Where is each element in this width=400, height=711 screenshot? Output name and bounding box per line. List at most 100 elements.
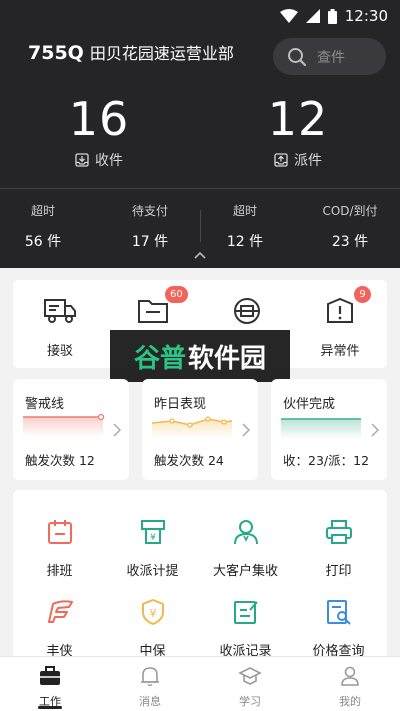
tool-label: 排班 <box>46 564 73 579</box>
sparkline-chart <box>152 416 233 439</box>
tab-learning[interactable]: 学习 <box>200 663 300 709</box>
stat-cod[interactable]: COD/到付 23 件 <box>310 202 390 251</box>
dispatch-summary[interactable]: 12 派件 <box>223 92 373 170</box>
graduation-icon <box>238 667 262 685</box>
dispatch-label: 派件 <box>294 153 322 169</box>
sparkline-chart <box>23 413 105 437</box>
wifi-icon <box>279 9 298 23</box>
status-time: 12:30 <box>344 7 388 25</box>
station-title[interactable]: 755Q 田贝花园速运营业部 <box>28 40 234 64</box>
tool-insurance[interactable]: ¥ 中保 <box>106 596 199 659</box>
watermark-logo: 谷普 软件园 <box>110 330 290 382</box>
truck-icon <box>44 299 76 323</box>
chevron-right-icon <box>242 423 250 437</box>
doc-search-icon <box>326 600 351 625</box>
stat-value: 17 件 <box>131 234 169 250</box>
stat-value: 56 件 <box>24 234 62 250</box>
printer-icon <box>325 520 352 544</box>
indicator-footer: 收：23/派：12 <box>283 453 370 468</box>
scan-package-icon <box>234 298 260 324</box>
quick-action-exception[interactable]: 9 异常件 <box>300 286 380 359</box>
user-icon <box>233 520 258 545</box>
briefcase-icon <box>40 666 60 685</box>
quick-action-label: 接驳 <box>46 344 73 359</box>
stat-title: 超时 <box>232 204 257 218</box>
search-box[interactable]: 查件 <box>273 38 386 75</box>
dispatch-count: 12 <box>267 92 329 146</box>
watermark-text-white: 软件园 <box>188 343 267 374</box>
shield-yen-icon: ¥ <box>141 598 164 626</box>
quick-action-folder[interactable]: 60 <box>113 286 193 328</box>
stat-pending-payment[interactable]: 待支付 17 件 <box>110 202 190 251</box>
header-panel: 12:30 755Q 田贝花园速运营业部 查件 16 收件 12 派件 超时 5… <box>0 0 400 268</box>
tool-records[interactable]: 收派记录 <box>199 596 292 659</box>
watermark-text-green: 谷普 <box>133 343 186 374</box>
tab-work[interactable]: 工作 <box>0 663 100 709</box>
signal-icon <box>305 9 320 23</box>
svg-text:¥: ¥ <box>149 607 156 620</box>
indicator-title: 昨日表现 <box>154 397 207 412</box>
indicator-card-yesterday[interactable]: 昨日表现 触发次数 24 <box>142 379 258 480</box>
stat-title: COD/到付 <box>322 204 378 218</box>
tool-label: 收派计提 <box>126 564 179 579</box>
indicator-card-warning-line[interactable]: 警戒线 触发次数 12 <box>13 379 129 480</box>
stat-dispatch-overdue[interactable]: 超时 12 件 <box>205 202 285 251</box>
quick-action-label: 异常件 <box>320 344 360 359</box>
person-icon <box>341 666 359 686</box>
indicator-card-partner[interactable]: 伙伴完成 收：23/派：12 <box>271 379 387 480</box>
divider <box>0 188 400 189</box>
status-bar: 12:30 <box>279 6 388 26</box>
tab-label: 我的 <box>339 695 361 708</box>
tool-label: 大客户集收 <box>212 564 278 579</box>
svg-text:¥: ¥ <box>150 533 156 543</box>
stat-title: 超时 <box>30 204 55 218</box>
inbox-in-icon <box>75 153 89 167</box>
tool-commission[interactable]: ¥ 收派计提 <box>106 516 199 579</box>
search-icon <box>288 47 307 66</box>
folder-icon <box>138 300 168 323</box>
tool-label: 打印 <box>325 564 352 579</box>
tab-label: 学习 <box>239 695 261 708</box>
tool-key-account[interactable]: 大客户集收 <box>199 516 292 579</box>
indicator-title: 伙伴完成 <box>283 397 336 412</box>
tool-price-query[interactable]: 价格查询 <box>292 596 385 659</box>
stats-divider <box>200 210 201 242</box>
chevron-right-icon <box>113 423 121 437</box>
sparkline-chart <box>281 418 361 439</box>
station-code: 755Q <box>28 42 84 64</box>
notification-badge: 60 <box>165 286 188 303</box>
stat-title: 待支付 <box>131 204 168 218</box>
edit-record-icon <box>233 601 258 624</box>
indicator-footer: 触发次数 12 <box>25 453 95 468</box>
chevron-right-icon <box>371 423 379 437</box>
chevron-up-icon[interactable] <box>193 250 207 260</box>
warning-box-icon <box>327 297 353 323</box>
tab-mine[interactable]: 我的 <box>300 663 400 709</box>
notification-badge: 9 <box>354 286 371 303</box>
active-tab-indicator <box>38 706 62 709</box>
stat-value: 23 件 <box>331 234 369 250</box>
station-name: 田贝花园速运营业部 <box>89 44 234 63</box>
quick-action-transfer[interactable]: 接驳 <box>20 294 100 359</box>
indicator-title: 警戒线 <box>25 397 65 412</box>
calendar-icon <box>47 520 72 544</box>
collect-count: 16 <box>68 92 130 146</box>
tool-print[interactable]: 打印 <box>292 516 385 579</box>
search-placeholder: 查件 <box>317 49 345 66</box>
atm-icon: ¥ <box>140 520 165 544</box>
bell-icon <box>141 667 159 687</box>
quick-action-scan-package[interactable] <box>207 294 287 328</box>
tab-label: 消息 <box>139 695 161 708</box>
collect-label: 收件 <box>95 153 123 169</box>
bottom-tab-bar: 工作 消息 学习 我的 <box>0 656 400 711</box>
stat-collect-overdue[interactable]: 超时 56 件 <box>3 202 83 251</box>
stat-value: 12 件 <box>226 234 264 250</box>
collect-summary[interactable]: 16 收件 <box>24 92 174 170</box>
tab-messages[interactable]: 消息 <box>100 663 200 709</box>
tools-grid-card: 排班 ¥ 收派计提 大客户集收 打印 丰侠 ¥ 中保 收派记录 价格查询 <box>13 490 387 665</box>
tool-fengxia[interactable]: 丰侠 <box>13 596 106 659</box>
indicator-footer: 触发次数 24 <box>154 453 224 468</box>
feather-icon <box>47 600 73 623</box>
inbox-out-icon <box>274 153 288 167</box>
tool-schedule[interactable]: 排班 <box>13 516 106 579</box>
